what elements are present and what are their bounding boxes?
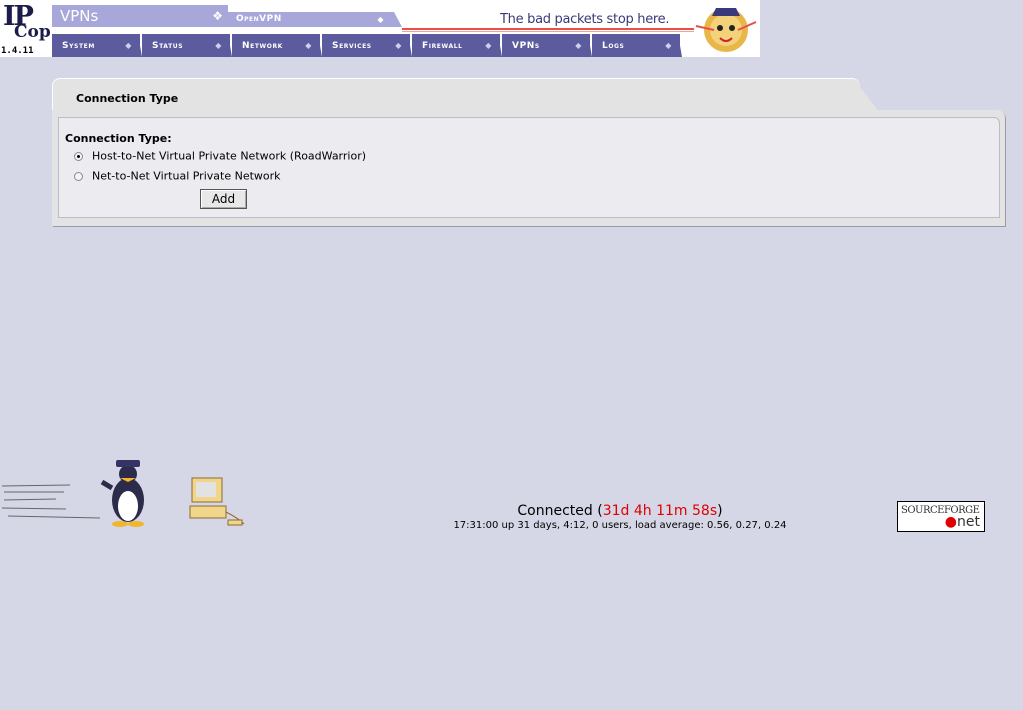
menu-system[interactable]: System ◆ bbox=[52, 34, 142, 57]
load-average-line: 17:31:00 up 31 days, 4:12, 0 users, load… bbox=[453, 520, 787, 531]
chevron-down-icon: ◆ bbox=[215, 41, 222, 50]
sourceforge-net-label: net bbox=[957, 514, 980, 530]
menu-firewall-label: Firewall bbox=[422, 41, 463, 51]
laser-line-glow bbox=[402, 31, 700, 32]
menu-logs[interactable]: Logs ◆ bbox=[592, 34, 682, 57]
menu-status[interactable]: Status ◆ bbox=[142, 34, 232, 57]
cop-penguin-mascot-icon bbox=[694, 0, 758, 57]
menu-vpns[interactable]: VPNs ◆ bbox=[502, 34, 592, 57]
menu-vpns-label: VPNs bbox=[512, 41, 540, 51]
option-host-to-net[interactable]: Host-to-Net Virtual Private Network (Roa… bbox=[74, 149, 366, 165]
slogan: The bad packets stop here. bbox=[500, 12, 670, 27]
menu-status-label: Status bbox=[152, 41, 184, 51]
sourceforge-net-text: ●net bbox=[944, 514, 980, 530]
section-title: VPNs ❖ bbox=[52, 5, 228, 27]
menu-network[interactable]: Network ◆ bbox=[232, 34, 322, 57]
chevron-down-icon: ◆ bbox=[395, 41, 402, 50]
bullet-icon: ◆ bbox=[377, 15, 384, 24]
connected-prefix: Connected ( bbox=[517, 503, 603, 519]
chevron-down-icon: ◆ bbox=[575, 41, 582, 50]
logo-cop-text: Cop bbox=[14, 22, 51, 42]
sourceforge-logo[interactable]: SOURCEFORGE ●net bbox=[897, 501, 985, 532]
connection-status: Connected (31d 4h 11m 58s) 17:31:00 up 3… bbox=[430, 503, 810, 531]
connection-type-label: Connection Type: bbox=[65, 132, 172, 145]
tab-openvpn-label: OpenVPN bbox=[236, 14, 282, 24]
menu-firewall[interactable]: Firewall ◆ bbox=[412, 34, 502, 57]
ipcop-logo[interactable]: IP Cop 1.4.11 bbox=[0, 0, 51, 57]
menu-logs-label: Logs bbox=[602, 41, 625, 51]
laser-line bbox=[402, 28, 700, 30]
net-to-net-radio[interactable] bbox=[74, 171, 83, 181]
section-title-label: VPNs bbox=[60, 7, 99, 25]
chevron-down-icon: ◆ bbox=[305, 41, 312, 50]
host-to-net-label: Host-to-Net Virtual Private Network (Roa… bbox=[92, 149, 367, 163]
sparkle-icon: ❖ bbox=[212, 9, 223, 23]
menu-system-label: System bbox=[62, 41, 95, 51]
chevron-down-icon: ◆ bbox=[485, 41, 492, 50]
host-to-net-radio[interactable] bbox=[74, 151, 83, 161]
option-net-to-net[interactable]: Net-to-Net Virtual Private Network bbox=[74, 169, 281, 185]
menu-network-label: Network bbox=[242, 41, 283, 51]
add-button[interactable]: Add bbox=[200, 189, 247, 209]
menu-services[interactable]: Services ◆ bbox=[322, 34, 412, 57]
uptime-value: 31d 4h 11m 58s bbox=[602, 503, 718, 519]
chevron-down-icon: ◆ bbox=[125, 41, 132, 50]
connected-line: Connected (31d 4h 11m 58s) bbox=[430, 503, 810, 519]
version-label: 1.4.11 bbox=[1, 46, 34, 56]
tab-openvpn[interactable]: OpenVPN ◆ bbox=[228, 12, 402, 27]
connected-suffix: ) bbox=[717, 503, 723, 519]
chevron-down-icon: ◆ bbox=[665, 41, 672, 50]
penguin-computer-illustration-icon bbox=[1, 460, 245, 527]
net-to-net-label: Net-to-Net Virtual Private Network bbox=[92, 169, 281, 183]
menu-services-label: Services bbox=[332, 41, 372, 51]
panel-title: Connection Type bbox=[76, 92, 179, 105]
